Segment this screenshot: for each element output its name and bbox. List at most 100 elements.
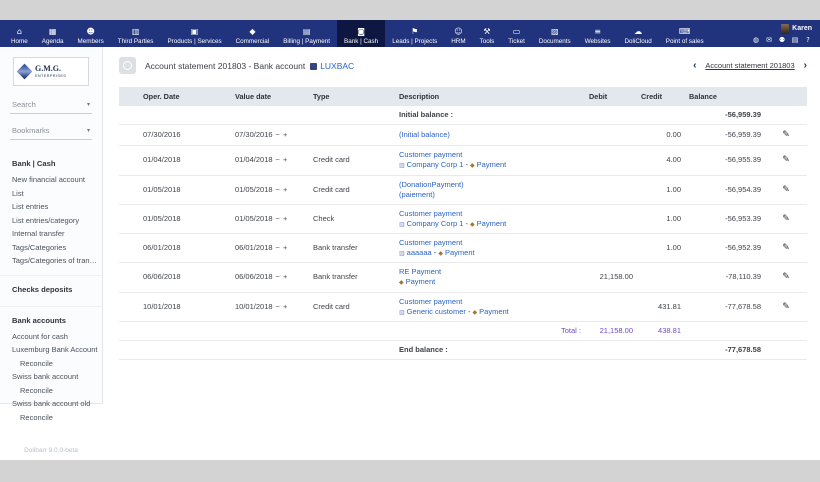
company-link[interactable]: Company Corp 1 xyxy=(407,160,464,169)
sidebar-item-tags-categories-of-transact[interactable]: Tags/Categories of transact... xyxy=(12,254,98,268)
sidebar-item-list-entries[interactable]: List entries xyxy=(12,200,98,214)
user-menu[interactable]: Karen xyxy=(781,24,812,34)
nav-module-home[interactable]: ⌂Home xyxy=(4,20,35,47)
edit-icon[interactable]: ✎ xyxy=(782,242,790,254)
date-minus-button[interactable]: − xyxy=(276,185,280,194)
description-link[interactable]: Customer payment xyxy=(399,209,462,218)
date-minus-button[interactable]: − xyxy=(276,155,280,164)
transaction-row: 01/05/201801/05/2018−+CheckCustomer paym… xyxy=(119,204,807,233)
bug-icon[interactable]: ⚉ xyxy=(778,36,786,44)
date-minus-button[interactable]: − xyxy=(276,302,280,311)
column-header-description: Description xyxy=(395,87,585,106)
sidebar-heading-checks-deposits[interactable]: Checks deposits xyxy=(12,283,98,296)
content-area: G.M.G. ENTERPRISES Search ▾ Bookmarks ▾ … xyxy=(0,47,820,460)
date-minus-button[interactable]: − xyxy=(276,214,280,223)
app-version: Dolibarr 9.0.0-beta xyxy=(0,447,102,454)
globe-icon[interactable]: ◍ xyxy=(752,36,760,44)
edit-icon[interactable]: ✎ xyxy=(782,184,790,196)
description-sub-link[interactable]: (paiement) xyxy=(399,190,435,199)
date-minus-button[interactable]: − xyxy=(276,130,280,139)
sidebar-item-internal-transfer[interactable]: Internal transfer xyxy=(12,227,98,241)
edit-icon[interactable]: ✎ xyxy=(782,129,790,141)
description-link[interactable]: Customer payment xyxy=(399,297,462,306)
nav-modules: ⌂Home▦Agenda☻Members▥Third Parties▣Produ… xyxy=(0,20,711,47)
nav-module-label: Bank | Cash xyxy=(344,38,378,45)
date-plus-button[interactable]: + xyxy=(283,302,287,311)
sidebar-item-list[interactable]: List xyxy=(12,187,98,201)
date-plus-button[interactable]: + xyxy=(283,214,287,223)
previous-statement-button[interactable]: ‹ xyxy=(693,61,696,71)
edit-icon[interactable]: ✎ xyxy=(782,271,790,283)
date-plus-button[interactable]: + xyxy=(283,130,287,139)
sidebar-heading-bank-accounts[interactable]: Bank accounts xyxy=(12,314,98,327)
description-link[interactable]: Customer payment xyxy=(399,238,462,247)
nav-module-hrm[interactable]: ☺HRM xyxy=(444,20,472,47)
search-dropdown[interactable]: Search ▾ xyxy=(10,98,92,114)
nav-module-dolicloud[interactable]: ☁DoliCloud xyxy=(617,20,658,47)
nav-module-tools[interactable]: ⚒Tools xyxy=(473,20,502,47)
sidebar-item-swiss-bank-account[interactable]: Swiss bank account xyxy=(12,370,98,384)
next-statement-button[interactable]: › xyxy=(804,61,807,71)
date-minus-button[interactable]: − xyxy=(276,272,280,281)
account-link[interactable]: LUXBAC xyxy=(320,61,354,71)
date-minus-button[interactable]: − xyxy=(276,243,280,252)
balance-value: -56,955.39 xyxy=(685,146,765,175)
sidebar-item-list-entries-category[interactable]: List entries/category xyxy=(12,214,98,228)
nav-module-third-parties[interactable]: ▥Third Parties xyxy=(111,20,161,47)
sidebar-item-swiss-bank-account-old[interactable]: Swiss bank account old xyxy=(12,397,98,411)
nav-module-billing-payment[interactable]: ▤Billing | Payment xyxy=(276,20,337,47)
bookmarks-dropdown[interactable]: Bookmarks ▾ xyxy=(10,124,92,140)
sidebar-item-tags-categories[interactable]: Tags/Categories xyxy=(12,241,98,255)
nav-module-ticket[interactable]: ▭Ticket xyxy=(501,20,532,47)
description-link[interactable]: Customer payment xyxy=(399,150,462,159)
sidebar-item-reconcile[interactable]: Reconcile xyxy=(12,411,98,425)
nav-module-point-of-sales[interactable]: ⌨Point of sales xyxy=(659,20,711,47)
sidebar-item-new-financial-account[interactable]: New financial account xyxy=(12,173,98,187)
company-logo[interactable]: G.M.G. ENTERPRISES xyxy=(13,57,89,86)
company-icon: ▥ xyxy=(399,309,405,316)
description-link[interactable]: RE Payment xyxy=(399,267,441,276)
nav-module-leads-projects[interactable]: ⚑Leads | Projects xyxy=(385,20,444,47)
nav-module-bank-cash[interactable]: ◙Bank | Cash xyxy=(337,20,385,47)
date-plus-button[interactable]: + xyxy=(283,155,287,164)
nav-module-agenda[interactable]: ▦Agenda xyxy=(35,20,71,47)
search-label: Search xyxy=(12,100,36,109)
description-link[interactable]: (Initial balance) xyxy=(399,130,450,139)
statement-object-icon xyxy=(119,57,136,74)
edit-icon[interactable]: ✎ xyxy=(782,301,790,313)
edit-icon[interactable]: ✎ xyxy=(782,213,790,225)
nav-module-documents[interactable]: ▨Documents xyxy=(532,20,578,47)
edit-icon[interactable]: ✎ xyxy=(782,154,790,166)
date-plus-button[interactable]: + xyxy=(283,185,287,194)
hrm-icon: ☺ xyxy=(454,27,462,37)
date-plus-button[interactable]: + xyxy=(283,243,287,252)
payment-link[interactable]: Payment xyxy=(406,277,436,286)
payment-link[interactable]: Payment xyxy=(477,160,507,169)
sidebar-item-luxemburg-bank-account[interactable]: Luxemburg Bank Account xyxy=(12,343,98,357)
date-plus-button[interactable]: + xyxy=(283,272,287,281)
transaction-description: Customer payment▥aaaaaa - ◆Payment xyxy=(395,234,585,263)
statement-pager-link[interactable]: Account statement 201803 xyxy=(705,61,794,70)
description-link[interactable]: (DonationPayment) xyxy=(399,180,464,189)
help-icon[interactable]: ? xyxy=(804,36,812,44)
sidebar-item-reconcile[interactable]: Reconcile xyxy=(12,357,98,371)
payment-link[interactable]: Payment xyxy=(445,248,475,257)
company-link[interactable]: Company Corp 1 xyxy=(407,219,464,228)
nav-module-commercial[interactable]: ◆Commercial xyxy=(229,20,277,47)
company-link[interactable]: aaaaaa xyxy=(407,248,432,257)
caret-down-icon: ▾ xyxy=(87,101,90,108)
print-icon[interactable]: ▤ xyxy=(791,36,799,44)
payment-link[interactable]: Payment xyxy=(479,307,509,316)
nav-module-websites[interactable]: ≡Websites xyxy=(578,20,618,47)
chat-icon[interactable]: ✉ xyxy=(765,36,773,44)
payment-link[interactable]: Payment xyxy=(477,219,507,228)
sidebar-item-reconcile[interactable]: Reconcile xyxy=(12,384,98,398)
sidebar-item-account-for-cash[interactable]: Account for cash xyxy=(12,330,98,344)
sidebar-section-bank-accounts: Bank accounts Account for cashLuxemburg B… xyxy=(0,306,102,432)
nav-module-label: Commercial xyxy=(236,38,270,45)
nav-module-products-services[interactable]: ▣Products | Services xyxy=(160,20,228,47)
company-link[interactable]: Generic customer xyxy=(407,307,466,316)
sidebar-heading-bank-cash[interactable]: Bank | Cash xyxy=(12,157,98,170)
transaction-description: (DonationPayment)(paiement) xyxy=(395,175,585,204)
nav-module-members[interactable]: ☻Members xyxy=(71,20,111,47)
